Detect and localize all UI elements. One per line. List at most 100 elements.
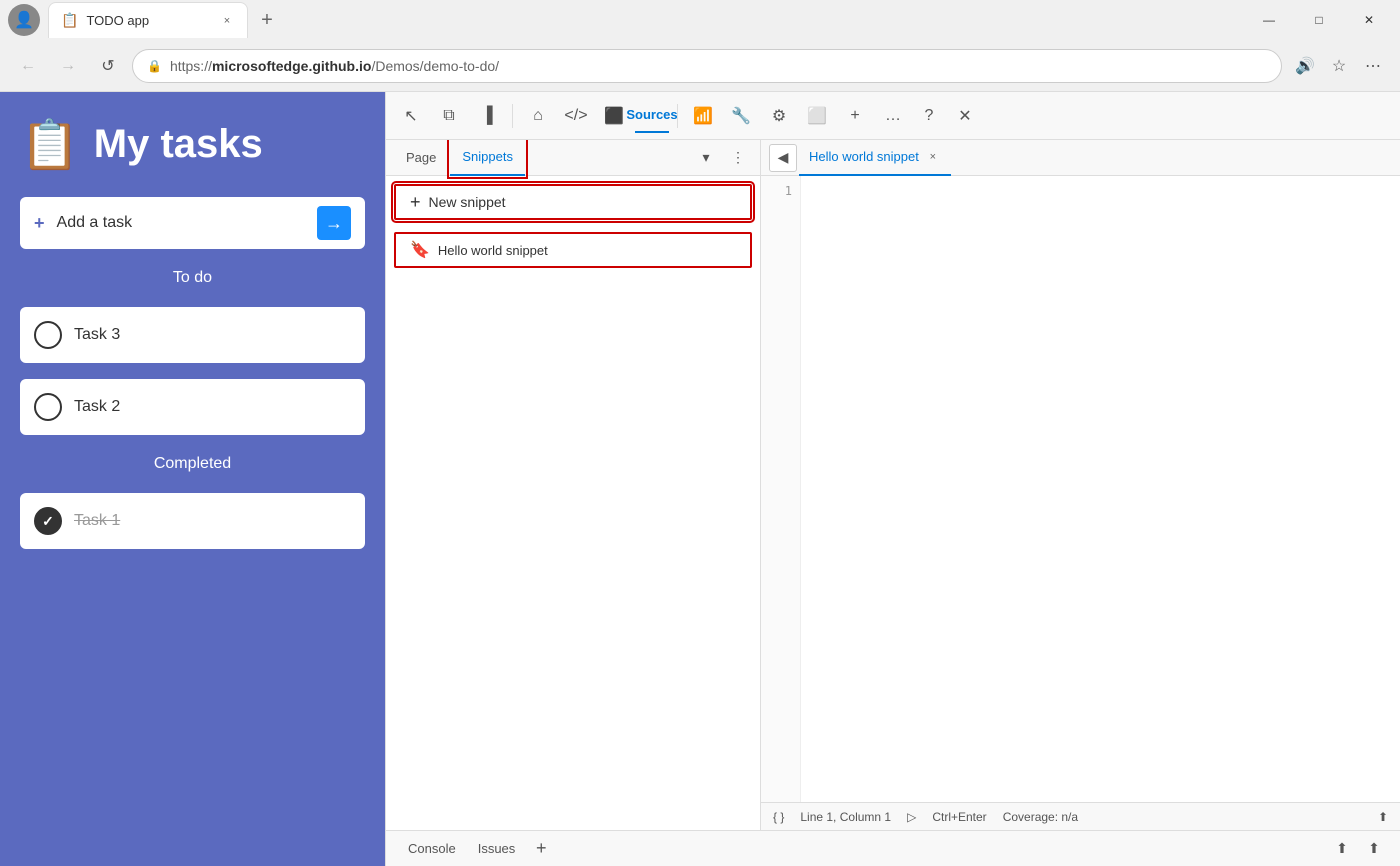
- lock-icon: 🔒: [147, 59, 162, 73]
- devtools-toolbar: ↖ ⧉ ▐ ⌂ </> ⬛ Sources 📶 🔧 ⚙ ⬜ + … ? ✕: [386, 92, 1400, 140]
- forward-button[interactable]: →: [52, 50, 84, 82]
- editor-tab-label: Hello world snippet: [809, 149, 919, 164]
- new-snippet-label: New snippet: [429, 194, 506, 210]
- editor-back-button[interactable]: ◀: [769, 144, 797, 172]
- inspect-element-button[interactable]: ↖: [394, 99, 428, 133]
- snippet-list: 🔖 Hello world snippet: [386, 228, 760, 830]
- url-bar[interactable]: 🔒 https://microsoftedge.github.io/Demos/…: [132, 49, 1282, 83]
- main-content: 📋 My tasks + Add a task → To do Task 3 T…: [0, 92, 1400, 866]
- snippet-item-hello-world[interactable]: 🔖 Hello world snippet: [394, 232, 752, 268]
- dt-actions: … ? ✕: [876, 99, 982, 133]
- bottom-right-btn-1[interactable]: ⬆: [1328, 835, 1356, 863]
- task-item-task1[interactable]: Task 1: [20, 493, 365, 549]
- editor-tab-close-button[interactable]: ×: [925, 149, 941, 165]
- task-circle-task2[interactable]: [34, 393, 62, 421]
- snippet-name: Hello world snippet: [438, 243, 548, 258]
- status-bar-right: ⬆: [1378, 810, 1388, 824]
- devtools-panel: ↖ ⧉ ▐ ⌂ </> ⬛ Sources 📶 🔧 ⚙ ⬜ + … ? ✕: [385, 92, 1400, 866]
- dt-help-button[interactable]: ?: [912, 99, 946, 133]
- browser-actions: 🔊 ☆ ⋯: [1290, 51, 1388, 81]
- app-icon: 📋: [20, 116, 80, 173]
- sources-more-button[interactable]: ⋮: [724, 144, 752, 172]
- title-bar-left: 👤: [8, 4, 40, 36]
- rendering-button[interactable]: ⬜: [800, 99, 834, 133]
- device-emulation-button[interactable]: ⧉: [432, 99, 466, 133]
- bottom-right-btn-2[interactable]: ⬆: [1360, 835, 1388, 863]
- snippet-icon: 🔖: [410, 240, 430, 260]
- run-icon[interactable]: ▷: [907, 810, 916, 824]
- dt-close-button[interactable]: ✕: [948, 99, 982, 133]
- minimize-button[interactable]: —: [1246, 4, 1292, 36]
- editor-tab-bar: ◀ Hello world snippet ×: [761, 140, 1400, 176]
- issues-tab[interactable]: Issues: [468, 831, 526, 866]
- task-name-task3: Task 3: [74, 326, 120, 344]
- task-item-task2[interactable]: Task 2: [20, 379, 365, 435]
- add-task-plus-icon: +: [34, 213, 45, 234]
- line-numbers: 1: [761, 176, 801, 802]
- tab-close-button[interactable]: ×: [219, 13, 235, 29]
- network-button[interactable]: 📶: [686, 99, 720, 133]
- page-tab[interactable]: Page: [394, 140, 448, 176]
- maximize-button[interactable]: □: [1296, 4, 1342, 36]
- add-task-box[interactable]: + Add a task →: [20, 197, 365, 249]
- editor-content[interactable]: 1: [761, 176, 1400, 802]
- code-editor[interactable]: [801, 176, 1400, 802]
- add-task-input[interactable]: Add a task: [57, 214, 305, 232]
- editor-area: ◀ Hello world snippet × 1: [761, 140, 1400, 830]
- app-header: 📋 My tasks: [20, 116, 365, 173]
- sources-dropdown-button[interactable]: ▾: [692, 144, 720, 172]
- sidebar-button[interactable]: ▐: [470, 99, 504, 133]
- new-tab-button[interactable]: +: [252, 5, 282, 35]
- more-button[interactable]: ⋯: [1358, 51, 1388, 81]
- add-panel-button[interactable]: +: [838, 99, 872, 133]
- title-bar: 👤 📋 TODO app × + — □ ✕: [0, 0, 1400, 40]
- performance-button[interactable]: 🔧: [724, 99, 758, 133]
- new-snippet-plus-icon: +: [410, 192, 421, 213]
- settings-button[interactable]: ⚙: [762, 99, 796, 133]
- toolbar-separator-2: [677, 104, 678, 128]
- task-name-task1: Task 1: [74, 512, 120, 530]
- status-upload-icon[interactable]: ⬆: [1378, 810, 1388, 824]
- app-panel: 📋 My tasks + Add a task → To do Task 3 T…: [0, 92, 385, 866]
- tab-title: TODO app: [86, 13, 211, 28]
- tab-favicon: 📋: [61, 12, 78, 29]
- add-panel-bottom-button[interactable]: +: [527, 835, 555, 863]
- active-tab[interactable]: 📋 TODO app ×: [48, 2, 248, 38]
- editor-active-tab[interactable]: Hello world snippet ×: [799, 140, 951, 176]
- sources-nav: Page Snippets ▾ ⋮: [386, 140, 760, 176]
- sources-left-panel: Page Snippets ▾ ⋮ + New snippet: [386, 140, 761, 830]
- status-position: Line 1, Column 1: [800, 810, 891, 824]
- task-item-task3[interactable]: Task 3: [20, 307, 365, 363]
- refresh-button[interactable]: ↺: [92, 50, 124, 82]
- console-button[interactable]: </>: [559, 99, 593, 133]
- read-aloud-button[interactable]: 🔊: [1290, 51, 1320, 81]
- elements-button[interactable]: ⌂: [521, 99, 555, 133]
- task-circle-task3[interactable]: [34, 321, 62, 349]
- status-bar: { } Line 1, Column 1 ▷ Ctrl+Enter Covera…: [761, 802, 1400, 830]
- console-tab[interactable]: Console: [398, 831, 466, 866]
- favorites-button[interactable]: ☆: [1324, 51, 1354, 81]
- task-circle-task1[interactable]: [34, 507, 62, 535]
- todo-section-label: To do: [20, 269, 365, 287]
- new-snippet-button[interactable]: + New snippet: [394, 184, 752, 220]
- status-braces: { }: [773, 810, 784, 824]
- sources-nav-actions: ▾ ⋮: [692, 144, 752, 172]
- back-button[interactable]: ←: [12, 50, 44, 82]
- browser-window: 👤 📋 TODO app × + — □ ✕ ← → ↺ 🔒 https://m…: [0, 0, 1400, 866]
- run-label: Ctrl+Enter: [932, 810, 986, 824]
- status-coverage: Coverage: n/a: [1003, 810, 1078, 824]
- sources-tab[interactable]: Sources: [635, 99, 669, 133]
- bottom-bar: Console Issues + ⬆ ⬆: [386, 830, 1400, 866]
- dt-more-button[interactable]: …: [876, 99, 910, 133]
- profile-icon[interactable]: 👤: [8, 4, 40, 36]
- tab-bar: 📋 TODO app × +: [48, 2, 1238, 38]
- window-controls: — □ ✕: [1246, 4, 1392, 36]
- address-bar: ← → ↺ 🔒 https://microsoftedge.github.io/…: [0, 40, 1400, 92]
- add-task-arrow-button[interactable]: →: [317, 206, 351, 240]
- close-button[interactable]: ✕: [1346, 4, 1392, 36]
- snippets-tab[interactable]: Snippets: [450, 140, 525, 176]
- app-title: My tasks: [94, 122, 263, 167]
- url-text: https://microsoftedge.github.io/Demos/de…: [170, 58, 1267, 74]
- sources-panel: Page Snippets ▾ ⋮ + New snippet: [386, 140, 1400, 830]
- task-name-task2: Task 2: [74, 398, 120, 416]
